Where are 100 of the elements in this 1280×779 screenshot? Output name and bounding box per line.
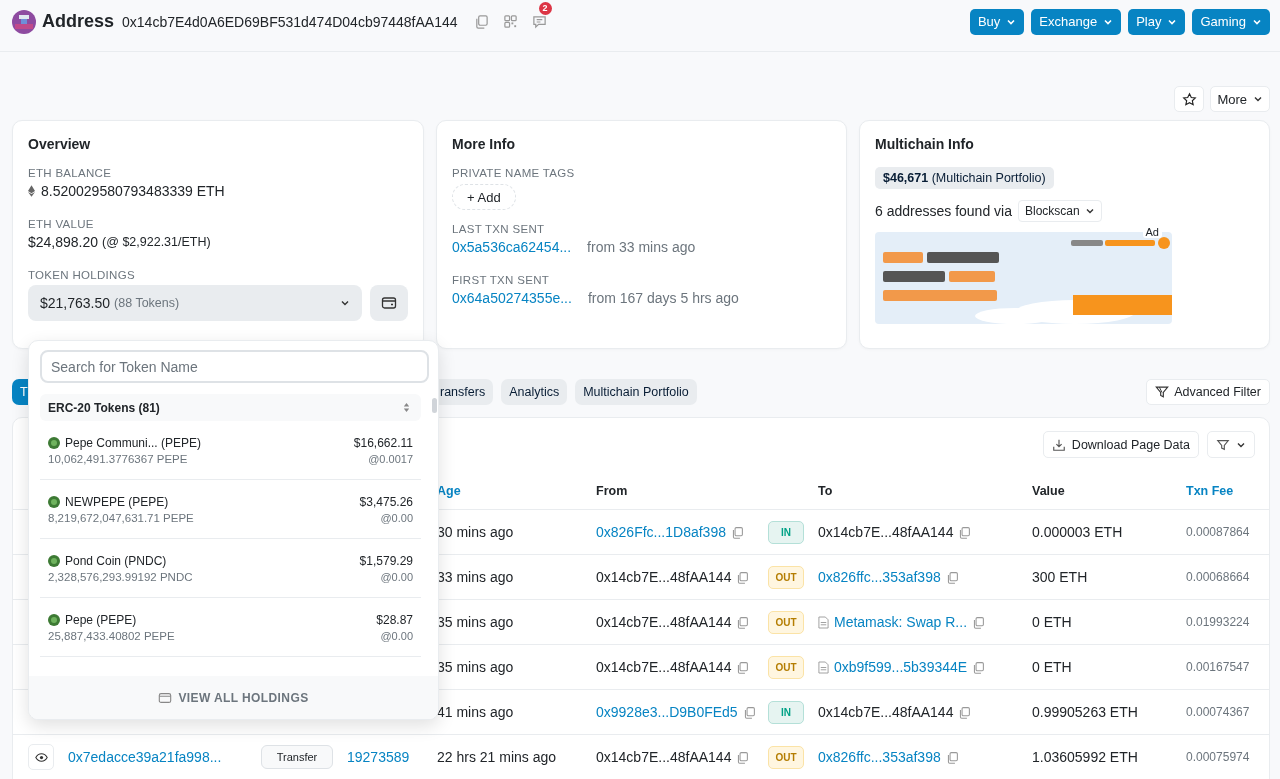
token-item[interactable]: NEWPEPE (PEPE) 8,219,672,047,631.71 PEPE $3,475.26 @0.00 [40,480,421,539]
chevron-down-icon [1084,206,1095,216]
card-title: More Info [452,136,516,152]
address-link[interactable]: 0x826Ffc...1D8af398 [596,524,726,540]
menu-button[interactable]: Play [1128,8,1186,35]
copy-icon[interactable] [945,570,959,584]
address-text[interactable]: 0x14cb7E...48fAA144 [596,614,732,630]
block-link[interactable]: 19273589 [347,749,410,765]
address-link[interactable]: 0x826ffc...353af398 [818,569,941,585]
copy-icon[interactable] [736,615,750,629]
copy-icon[interactable] [958,525,972,539]
wallet-icon [381,295,397,311]
direction-badge: OUT [768,655,804,679]
table-cell: 1.03605992 ETH [1032,749,1138,765]
address-text: 0x14cb7E4d0A6ED69BF531d474D04cb97448fAA144 [122,13,458,30]
chevron-down-icon [340,298,350,308]
table-cell: 0.000003 ETH [1032,524,1123,540]
txn-hash-link[interactable]: 0x7edacce39a21fa998... [68,749,222,765]
table-cell: 41 mins ago [437,704,514,720]
column-header[interactable]: Age [437,483,461,498]
view-all-holdings-button[interactable]: VIEW ALL HOLDINGS [29,676,438,719]
copy-icon[interactable] [473,14,489,29]
address-text[interactable]: 0x14cb7E...48fAA144 [596,749,732,765]
page-title: Address [42,11,115,32]
menu-button[interactable]: Buy [969,8,1025,35]
menu-button[interactable]: Gaming [1192,8,1270,35]
eth-price: (@ $2,922.31/ETH) [102,235,211,249]
view-button[interactable] [28,744,54,770]
star-icon [1181,91,1197,107]
avatar-icon [12,9,36,34]
copy-icon[interactable] [736,570,750,584]
txn-time: from 33 mins ago [587,239,696,255]
more-button[interactable]: More [1210,86,1270,112]
addresses-found-text: 6 addresses found via [875,203,1012,219]
copy-icon[interactable] [731,525,744,539]
copy-icon[interactable] [972,660,986,674]
copy-icon[interactable] [945,750,959,764]
txn-hash-link[interactable]: 0x5a536ca62454... [452,239,572,255]
token-item[interactable]: Pepe Communi... (PEPE) 10,062,491.3776367 PEPE $16,662.11 @0.0017 [40,421,421,480]
eth-value: $24,898.20 [28,234,99,250]
tab[interactable]: Multichain Portfolio [575,379,697,405]
token-item[interactable]: Pond Coin (PNDC) 2,328,576,293.99192 PNDC $1,579.29 @0.00 [40,539,421,598]
method-label: Transfer [261,745,333,769]
column-header: From [596,483,628,498]
direction-badge: OUT [768,610,804,634]
table-cell: 0.00087864 [1186,525,1250,539]
sort-icon [402,402,411,413]
copy-icon[interactable] [736,750,750,764]
address-text[interactable]: 0x14cb7E...48fAA144 [818,524,954,540]
table-cell: 0.01993224 [1186,615,1250,629]
scrollbar-thumb[interactable] [432,398,437,413]
card-title: Multichain Info [875,136,975,152]
search-field[interactable]: Search for Token Name [40,350,429,383]
download-button[interactable]: Download Page Data [1042,431,1199,458]
group-header[interactable]: ERC-20 Tokens (81) [40,394,421,421]
ad-label: Ad [1142,226,1162,238]
address-link[interactable]: Metamask: Swap R... [834,614,968,630]
direction-badge: OUT [768,565,804,589]
table-cell: 0 ETH [1032,659,1072,675]
notification-badge: 2 [538,2,552,15]
table-cell: 0.00074367 [1186,705,1250,719]
field-label: ETH BALANCE [28,167,113,179]
copy-icon[interactable] [958,705,972,719]
copy-icon[interactable] [736,660,750,674]
address-link[interactable]: 0x9928e3...D9B0FEd5 [596,704,738,720]
token-holdings-dropdown[interactable]: $21,763.50 (88 Tokens) [28,285,362,321]
address-link[interactable]: 0x826ffc...353af398 [818,749,941,765]
chevron-down-icon [1253,94,1263,104]
comment-icon[interactable] [531,14,547,29]
filter-icon [1155,385,1170,399]
favorite-button[interactable] [1174,86,1205,112]
table-cell: 0.00068664 [1186,570,1250,584]
wallet-button[interactable] [370,285,408,321]
table-cell: 0.99905263 ETH [1032,704,1138,720]
field-label: ETH VALUE [28,218,95,230]
copy-icon[interactable] [972,615,986,629]
advanced-filter-button[interactable]: Advanced Filter [1146,379,1270,405]
ethereum-icon [28,185,35,197]
table-cell: 300 ETH [1032,569,1088,585]
filter-button[interactable] [1207,431,1255,458]
direction-badge: IN [768,700,804,724]
copy-icon[interactable] [742,705,756,719]
tab[interactable]: Analytics [501,379,568,405]
column-header[interactable]: Txn Fee [1186,483,1234,498]
txn-hash-link[interactable]: 0x64a50274355e... [452,290,572,306]
menu-button[interactable]: Exchange [1031,8,1122,35]
address-link[interactable]: 0xb9f599...5b39344E [834,659,968,675]
address-text[interactable]: 0x14cb7E...48fAA144 [596,569,732,585]
qr-code-icon[interactable] [502,14,518,29]
field-label: TOKEN HOLDINGS [28,269,136,281]
table-cell: 0.00075974 [1186,750,1250,764]
token-icon [48,436,60,449]
blockscan-dropdown[interactable]: Blockscan [1018,200,1102,222]
column-header: To [818,483,833,498]
address-text[interactable]: 0x14cb7E...48fAA144 [596,659,732,675]
field-label: FIRST TXN SENT [452,274,551,286]
add-tag-button[interactable]: + Add [452,184,516,210]
token-item[interactable]: Pepe (PEPE) 25,887,433.40802 PEPE $28.87 @0.00 [40,598,421,657]
address-text[interactable]: 0x14cb7E...48fAA144 [818,704,954,720]
portfolio-value[interactable]: $46,671 (Multichain Portfolio) [875,167,1054,189]
